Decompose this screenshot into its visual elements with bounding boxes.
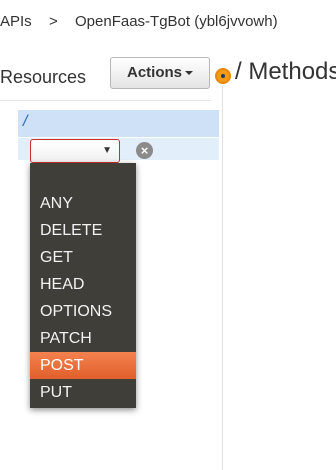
breadcrumb-separator: > <box>49 13 58 30</box>
breadcrumb: APIs > OpenFaas-TgBot (ybl6jvvowh) <box>0 0 336 44</box>
method-dropdown-list: ANY DELETE GET HEAD OPTIONS PATCH POST P… <box>30 163 136 408</box>
actions-button[interactable]: Actions <box>110 57 210 89</box>
resources-title: Resources <box>0 67 87 87</box>
splitter-handle-icon[interactable] <box>215 68 231 84</box>
dropdown-option-patch[interactable]: PATCH <box>30 325 136 352</box>
dropdown-option-get[interactable]: GET <box>30 244 136 271</box>
dropdown-option-delete[interactable]: DELETE <box>30 217 136 244</box>
dropdown-option-any[interactable]: ANY <box>30 190 136 217</box>
chevron-down-icon: ▼ <box>102 145 112 156</box>
methods-title: / Methods <box>235 58 336 85</box>
dropdown-option-post[interactable]: POST <box>30 352 136 379</box>
dropdown-option-options[interactable]: OPTIONS <box>30 298 136 325</box>
dropdown-option-blank[interactable] <box>30 163 136 190</box>
method-select[interactable]: ▼ <box>30 139 120 163</box>
resources-header-divider <box>0 100 211 101</box>
breadcrumb-apis-link[interactable]: APIs <box>0 0 32 44</box>
panel-divider <box>222 86 223 470</box>
cancel-icon[interactable]: × <box>136 142 153 159</box>
breadcrumb-api-link[interactable]: OpenFaas-TgBot (ybl6jvvowh) <box>75 0 278 44</box>
caret-down-icon <box>185 71 193 75</box>
dropdown-option-put[interactable]: PUT <box>30 379 136 406</box>
resource-root-path[interactable]: / <box>23 113 27 131</box>
resource-tree-root-row[interactable]: / <box>18 110 219 137</box>
actions-button-label: Actions <box>126 64 182 81</box>
dropdown-option-head[interactable]: HEAD <box>30 271 136 298</box>
